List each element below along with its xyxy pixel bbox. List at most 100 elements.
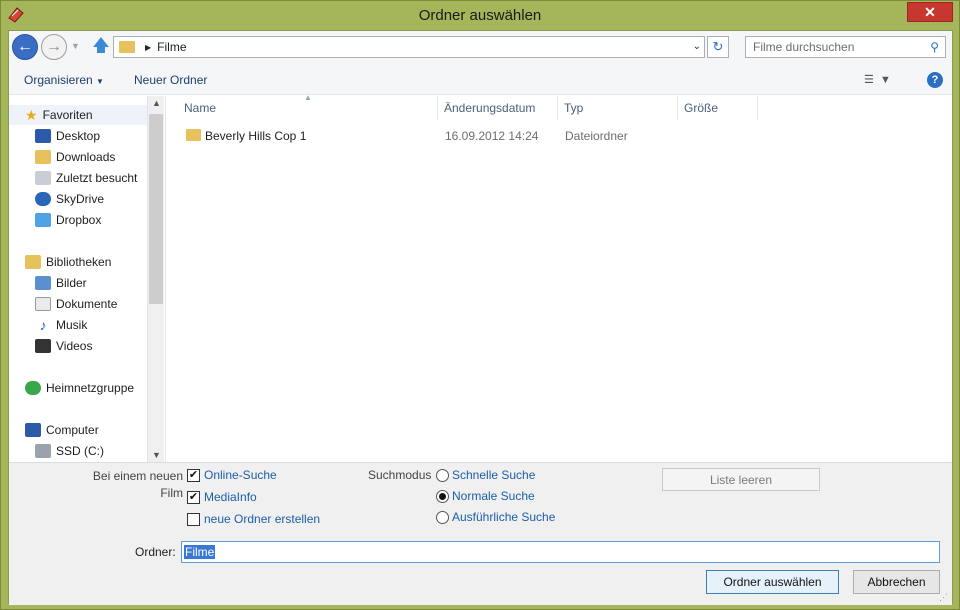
- folder-icon: [186, 129, 201, 141]
- search-box[interactable]: ⚲: [745, 36, 946, 58]
- resize-grip-icon[interactable]: ⋰: [939, 592, 948, 603]
- column-header-date[interactable]: Änderungsdatum: [438, 96, 558, 120]
- nav-item-label: Videos: [56, 339, 93, 353]
- quick-search-radio[interactable]: Schnelle Suche: [436, 468, 535, 482]
- nav-item-label: SSD (C:): [56, 444, 104, 458]
- options-panel: Bei einem neuen Film ✔ Online-Suche ✔ Me…: [9, 462, 952, 605]
- new-film-label: Bei einem neuen Film: [92, 469, 183, 500]
- radio-selected-icon[interactable]: [436, 489, 449, 503]
- select-folder-button[interactable]: Ordner auswählen: [706, 570, 839, 594]
- search-mode-label: Suchmodus: [368, 468, 432, 482]
- checkbox-label: Online-Suche: [204, 468, 277, 482]
- mediainfo-checkbox[interactable]: ✔ MediaInfo: [187, 490, 257, 504]
- search-input[interactable]: [753, 40, 923, 54]
- normal-search-radio[interactable]: Normale Suche: [436, 489, 535, 503]
- checkbox-checked-icon[interactable]: ✔: [187, 490, 200, 504]
- column-header-size[interactable]: Größe: [678, 96, 758, 120]
- scroll-down-icon[interactable]: ▼: [152, 450, 161, 460]
- cancel-button[interactable]: Abbrechen: [853, 570, 940, 594]
- nav-item-pictures[interactable]: Bilder: [35, 273, 87, 293]
- organize-menu[interactable]: Organisieren ▼: [24, 73, 104, 87]
- nav-computer[interactable]: Computer: [25, 420, 99, 440]
- checkbox-label: neue Ordner erstellen: [204, 512, 321, 526]
- column-header-name[interactable]: Name: [178, 96, 438, 120]
- radio-unselected-icon[interactable]: [436, 468, 449, 482]
- desktop-icon: [35, 129, 51, 143]
- back-button[interactable]: ←: [12, 34, 38, 60]
- file-list: ▲ Name Änderungsdatum Typ Größe Beverly …: [165, 93, 953, 462]
- breadcrumb-separator-icon[interactable]: ▶: [145, 43, 151, 52]
- nav-item-recent[interactable]: Zuletzt besucht: [35, 168, 137, 188]
- arrow-right-icon: →: [46, 38, 62, 55]
- new-folder-button[interactable]: Neuer Ordner: [134, 73, 207, 87]
- column-header-type[interactable]: Typ: [558, 96, 678, 120]
- caret-down-icon: ▼: [96, 77, 104, 86]
- radio-label: Normale Suche: [452, 489, 535, 503]
- recent-locations-dropdown-icon[interactable]: ▼: [71, 41, 80, 51]
- help-icon[interactable]: ?: [927, 72, 943, 88]
- checkbox-label: MediaInfo: [204, 490, 257, 504]
- folder-field[interactable]: Filme: [181, 541, 940, 563]
- nav-item-skydrive[interactable]: SkyDrive: [35, 189, 104, 209]
- nav-homegroup[interactable]: Heimnetzgruppe: [25, 378, 134, 398]
- radio-label: Schnelle Suche: [452, 468, 536, 482]
- nav-favorites-label: Favoriten: [42, 108, 93, 122]
- folder-field-label: Ordner:: [135, 545, 176, 559]
- nav-libraries[interactable]: Bibliotheken: [25, 252, 111, 272]
- homegroup-icon: [25, 381, 41, 395]
- file-row[interactable]: Beverly Hills Cop 1 16.09.2012 14:24 Dat…: [166, 126, 953, 148]
- scroll-up-icon[interactable]: ▲: [152, 98, 161, 108]
- title-bar[interactable]: Ordner auswählen ✕: [1, 1, 959, 29]
- nav-item-videos[interactable]: Videos: [35, 336, 92, 356]
- chevron-down-icon[interactable]: ⌄: [693, 41, 701, 52]
- file-name: Beverly Hills Cop 1: [205, 129, 307, 143]
- nav-computer-label: Computer: [46, 423, 99, 437]
- window-title: Ordner auswählen: [418, 6, 542, 24]
- dropbox-icon: [35, 213, 51, 227]
- forward-button[interactable]: →: [41, 34, 67, 60]
- pictures-icon: [35, 276, 51, 290]
- nav-item-label: Desktop: [56, 129, 101, 143]
- navigation-bar: ← → ▼ 🡅 ▶ Filme ⌄ ↻ ⚲: [9, 31, 952, 65]
- clear-list-button[interactable]: Liste leeren: [662, 468, 820, 491]
- create-folders-checkbox[interactable]: neue Ordner erstellen: [187, 512, 320, 526]
- nav-item-label: Musik: [56, 318, 88, 332]
- checkbox-unchecked-icon[interactable]: [187, 512, 200, 526]
- refresh-button[interactable]: ↻: [707, 36, 729, 58]
- nav-item-label: Dokumente: [56, 297, 118, 311]
- libraries-icon: [25, 255, 41, 269]
- nav-item-downloads[interactable]: Downloads: [35, 147, 115, 167]
- file-date: 16.09.2012 14:24: [445, 129, 539, 143]
- nav-item-label: Bilder: [56, 276, 87, 290]
- nav-item-documents[interactable]: Dokumente: [35, 294, 117, 314]
- address-bar[interactable]: ▶ Filme ⌄: [113, 36, 705, 58]
- skydrive-icon: [35, 192, 51, 206]
- online-search-checkbox[interactable]: ✔ Online-Suche: [187, 468, 277, 482]
- command-bar: Organisieren ▼ Neuer Ordner ☰ ▼ ?: [9, 65, 952, 95]
- downloads-icon: [35, 150, 51, 164]
- videos-icon: [35, 339, 51, 353]
- address-path[interactable]: Filme: [157, 40, 186, 54]
- close-button[interactable]: ✕: [907, 2, 953, 22]
- nav-item-desktop[interactable]: Desktop: [35, 126, 100, 146]
- arrow-up-icon: 🡅: [92, 35, 110, 55]
- navigation-pane: ★ Favoriten Desktop Downloads Zuletzt be…: [9, 96, 164, 462]
- nav-item-music[interactable]: ♪ Musik: [35, 315, 88, 335]
- scroll-thumb[interactable]: [149, 114, 163, 304]
- nav-scrollbar[interactable]: ▲ ▼: [147, 96, 164, 462]
- nav-item-label: Dropbox: [56, 213, 102, 227]
- detailed-search-radio[interactable]: Ausführliche Suche: [436, 510, 555, 524]
- nav-item-ssd[interactable]: SSD (C:): [35, 441, 104, 461]
- arrow-left-icon: ←: [17, 38, 33, 55]
- up-folder-button[interactable]: 🡅: [91, 36, 111, 57]
- folder-field-value[interactable]: Filme: [184, 545, 216, 559]
- radio-label: Ausführliche Suche: [452, 510, 556, 524]
- nav-favorites[interactable]: ★ Favoriten: [9, 105, 147, 125]
- search-icon[interactable]: ⚲: [930, 40, 939, 54]
- drive-icon: [35, 444, 51, 458]
- view-options-icon[interactable]: ☰ ▼: [864, 73, 891, 86]
- nav-item-dropbox[interactable]: Dropbox: [35, 210, 101, 230]
- file-type: Dateiordner: [565, 129, 628, 143]
- checkbox-checked-icon[interactable]: ✔: [187, 468, 200, 482]
- radio-unselected-icon[interactable]: [436, 510, 449, 524]
